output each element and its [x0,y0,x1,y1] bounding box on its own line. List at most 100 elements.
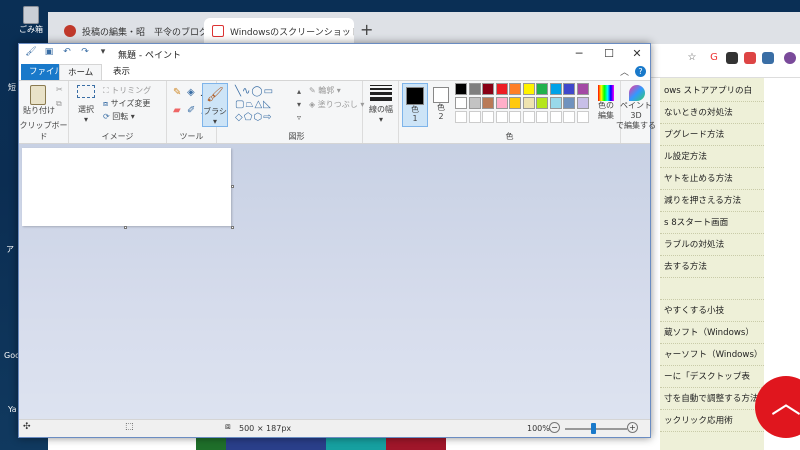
resize-handle-corner[interactable] [231,226,234,229]
palette-color-swatch[interactable] [563,83,575,95]
webpage-link-item[interactable]: ヤトを止める方法 [660,168,764,190]
palette-color-swatch[interactable] [522,97,535,109]
palette-color-swatch[interactable] [482,97,494,109]
tab-view[interactable]: 表示 [105,64,138,80]
palette-color-swatch[interactable] [509,97,521,109]
redo-icon[interactable]: ↷ [78,47,92,61]
custom-color-slot[interactable] [495,111,508,123]
palette-color-swatch[interactable] [468,97,481,109]
zoom-slider[interactable] [565,423,627,434]
webpage-link-item[interactable]: ラブルの対処法 [660,234,764,256]
copy-icon[interactable]: ⧉ [56,99,62,109]
custom-color-slot[interactable] [576,111,589,123]
shapes-gallery[interactable]: ╲∿◯▭ ▢⏢△◺ ◇⬠⬡⇨ [235,85,297,125]
extension-icon[interactable] [784,52,796,64]
help-icon[interactable]: ? [635,66,646,77]
palette-color-swatch[interactable] [509,83,521,95]
size-button[interactable]: 線の幅 ▾ [367,85,395,124]
palette-color-swatch[interactable] [536,97,548,109]
palette-color-swatch[interactable] [522,83,535,95]
custom-color-slot[interactable] [455,111,467,123]
custom-color-slot[interactable] [536,111,548,123]
recycle-bin[interactable]: ごみ箱 [14,6,48,35]
rectangle-icon[interactable]: ▭ [264,86,274,97]
tab-home[interactable]: ホーム [59,64,103,80]
custom-color-slot[interactable] [482,111,494,123]
minimize-button[interactable]: ─ [564,44,594,64]
fill-button[interactable]: ◈ 塗りつぶし ▾ [309,99,364,110]
custom-color-slot[interactable] [468,111,481,123]
pencil-icon[interactable]: ✎ [173,87,181,98]
palette-color-swatch[interactable] [576,83,589,95]
webpage-link-item[interactable]: 蔵ソフト（Windows） [660,322,764,344]
custom-color-slot[interactable] [549,111,562,123]
color2-button[interactable]: 色 2 [430,83,452,127]
pentagon-icon[interactable]: ⬠ [244,112,254,123]
extension-icon[interactable] [762,52,774,64]
palette-color-swatch[interactable] [549,97,562,109]
zoom-slider-thumb[interactable] [591,423,596,434]
right-triangle-icon[interactable]: ◺ [263,99,272,110]
webpage-link-item[interactable]: やすくする小技 [660,300,764,322]
palette-color-swatch[interactable] [536,83,548,95]
webpage-link-item[interactable]: ャーソフト（Windows） [660,344,764,366]
triangle-icon[interactable]: △ [254,99,263,110]
custom-color-slot[interactable] [522,111,535,123]
custom-color-slot[interactable] [509,111,521,123]
resize-handle-bottom[interactable] [124,226,127,229]
cut-icon[interactable]: ✂ [56,85,63,94]
close-button[interactable]: ✕ [622,44,652,64]
webpage-link-item[interactable]: s 8スタート画面 [660,212,764,234]
extension-icon[interactable]: G [708,52,720,64]
palette-color-swatch[interactable] [468,83,481,95]
paint3d-button[interactable]: ペイント 3D で編集する [616,83,656,131]
taskbar-thumb[interactable] [326,438,386,450]
crop-button[interactable]: ⛶ トリミング [103,85,151,96]
fill-icon[interactable]: ◈ [187,87,195,98]
resize-handle-right[interactable] [231,185,234,188]
color1-button[interactable]: 色 1 [402,83,428,127]
quick-access-dropdown-icon[interactable]: ▾ [96,47,110,61]
curve-icon[interactable]: ∿ [242,86,251,97]
webpage-link-item[interactable]: 寸を自動で調整する方法 [660,388,764,410]
palette-color-swatch[interactable] [563,97,575,109]
browser-tab-active[interactable]: Windowsのスクリーンショットの撮り方 ✕ [204,18,354,44]
extension-icon[interactable] [726,52,738,64]
paste-button[interactable]: 貼り付け [23,85,55,116]
taskbar-thumb[interactable] [226,438,326,450]
maximize-button[interactable]: ☐ [594,44,624,64]
webpage-link-item[interactable]: プグレード方法 [660,124,764,146]
webpage-link-item[interactable]: 減りを押さえる方法 [660,190,764,212]
webpage-link-item[interactable]: ないときの対処法 [660,102,764,124]
palette-color-swatch[interactable] [455,83,467,95]
webpage-link-item[interactable]: ル設定方法 [660,146,764,168]
resize-button[interactable]: ⧈ サイズ変更 [103,98,150,109]
palette-color-swatch[interactable] [495,97,508,109]
rotate-button[interactable]: ⟳ 回転 ▾ [103,111,135,122]
arrow-icon[interactable]: ⇨ [263,112,272,123]
webpage-link-item[interactable]: ows ストアアプリの白 [660,80,764,102]
palette-color-swatch[interactable] [576,97,589,109]
drawing-canvas[interactable] [22,148,231,226]
zoom-in-button[interactable]: + [627,422,638,433]
shapes-scroll[interactable]: ▴ ▾ ▿ [297,85,301,124]
webpage-link-item[interactable] [660,278,764,300]
eraser-icon[interactable]: ▰ [173,105,181,116]
save-icon[interactable]: ▣ [42,47,56,61]
webpage-link-item[interactable]: 去する方法 [660,256,764,278]
select-button[interactable]: 選択 ▾ [73,85,99,124]
collapse-ribbon-icon[interactable]: ︿ [620,65,629,78]
outline-button[interactable]: ✎ 輪郭 ▾ [309,85,341,96]
browser-tab[interactable]: 投稿の編集・昭 平令のブログー・ [56,18,204,44]
color-picker-icon[interactable]: ✐ [187,105,195,116]
palette-color-swatch[interactable] [455,97,467,109]
line-icon[interactable]: ╲ [235,86,242,97]
new-tab-button[interactable]: + [360,20,373,39]
extension-icon[interactable] [744,52,756,64]
diamond-icon[interactable]: ◇ [235,112,244,123]
palette-color-swatch[interactable] [482,83,494,95]
brushes-button[interactable]: 🖌 ブラシ ▾ [202,83,228,127]
custom-color-slot[interactable] [563,111,575,123]
taskbar-thumb[interactable] [196,438,226,450]
zoom-out-button[interactable]: − [549,422,560,433]
